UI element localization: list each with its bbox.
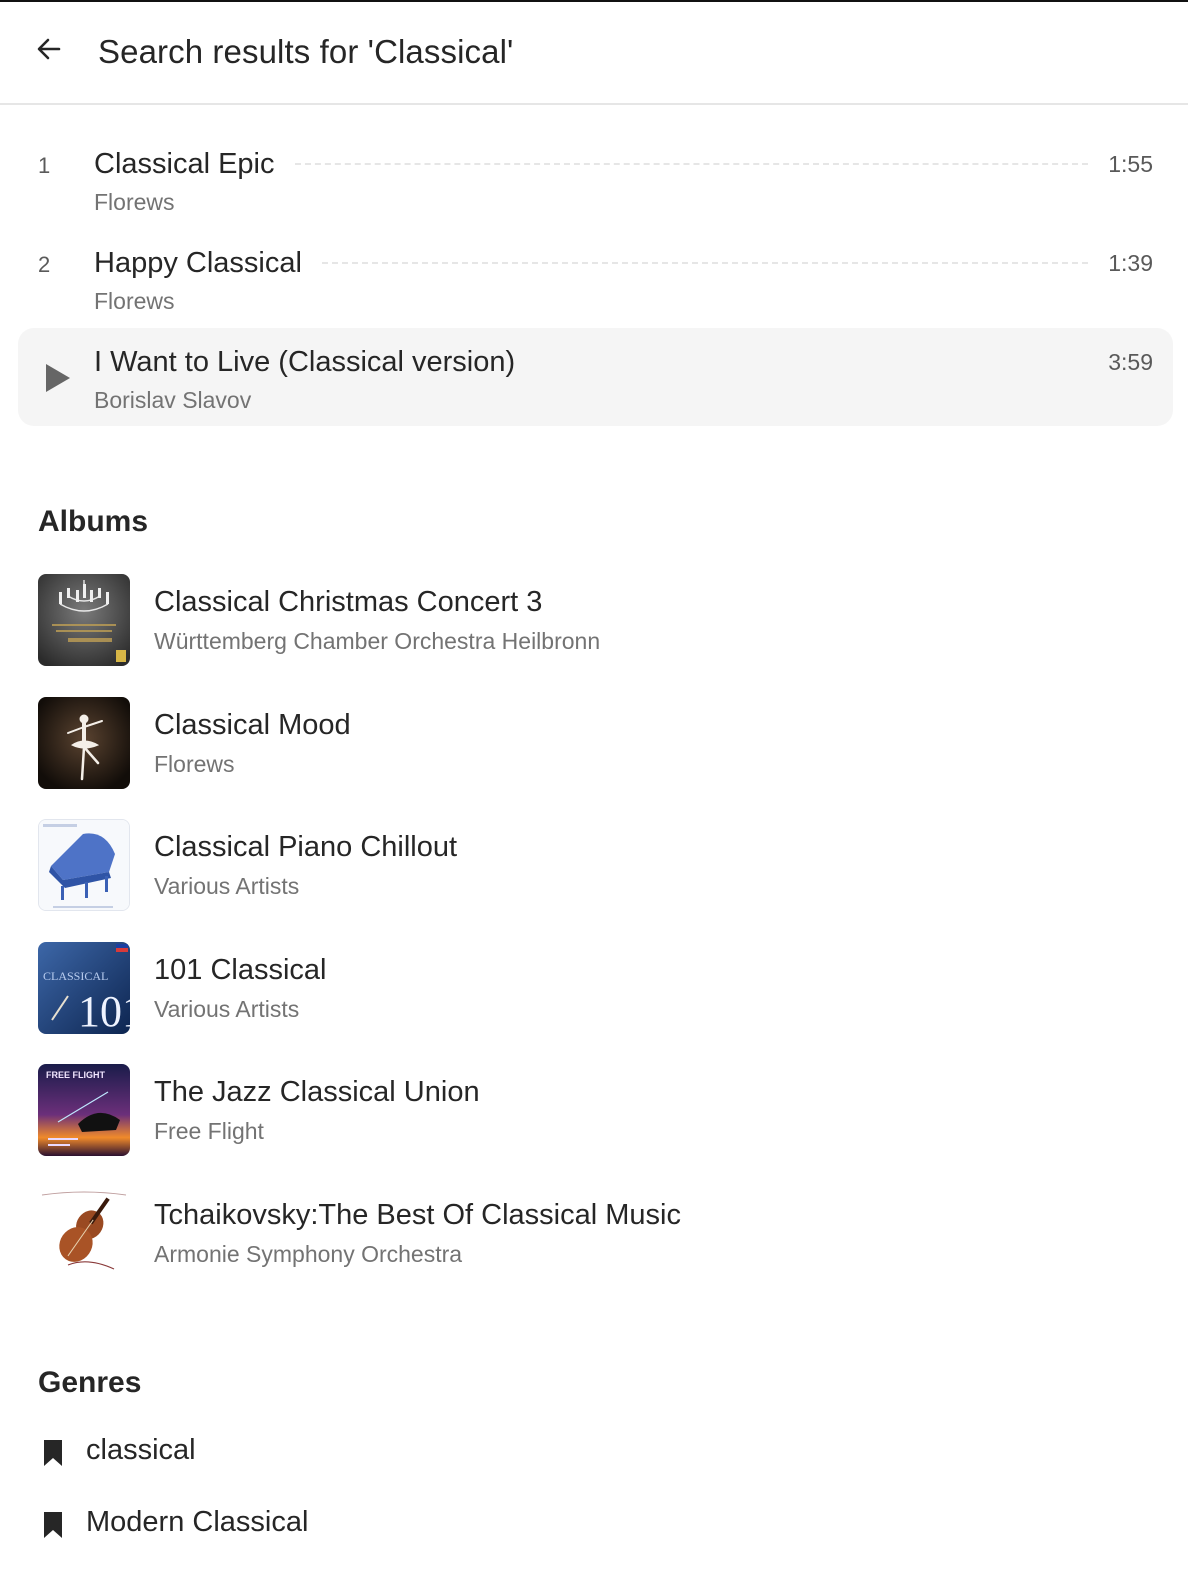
cover-text-free-flight: FREE FLIGHT [46, 1070, 105, 1080]
bookmark-icon [44, 1512, 62, 1538]
track-number: 1 [38, 153, 51, 178]
album-item-5[interactable]: FREE FLIGHT The Jazz Classical Union Fre… [38, 1064, 1138, 1156]
track-artist: Florews [94, 288, 175, 314]
arrow-left-icon [37, 38, 61, 60]
grand-piano-album-cover [38, 819, 130, 911]
track-title: Happy Classical [94, 246, 302, 279]
track-row-3[interactable]: I Want to Live (Classical version) 3:59 … [18, 328, 1173, 426]
track-row-2[interactable]: 2 Happy Classical 1:39 Florews [18, 229, 1173, 327]
play-icon [46, 364, 70, 392]
albums-heading: Albums [38, 505, 149, 538]
play-button[interactable] [44, 362, 72, 394]
album-title: 101 Classical [154, 954, 327, 986]
genre-item-classical[interactable]: classical [38, 1432, 538, 1472]
violin-album-cover [38, 1187, 130, 1279]
page-header: Search results for 'Classical' [0, 2, 1188, 105]
track-duration: 1:55 [1108, 150, 1153, 177]
back-button[interactable] [34, 34, 64, 64]
track-row-1[interactable]: 1 Classical Epic 1:55 Florews [18, 130, 1173, 228]
track-artist: Florews [94, 189, 175, 215]
album-item-1[interactable]: Classical Christmas Concert 3 Württember… [38, 574, 1138, 666]
album-artist: Württemberg Chamber Orchestra Heilbronn [154, 628, 601, 654]
dotted-leader [294, 163, 1089, 165]
genre-item-modern-classical[interactable]: Modern Classical [38, 1504, 538, 1544]
chandelier-album-cover [38, 574, 130, 666]
classical-101-album-cover: CLASSICAL 101 [38, 942, 130, 1034]
album-item-3[interactable]: Classical Piano Chillout Various Artists [38, 819, 1138, 911]
track-title: Classical Epic [94, 147, 275, 180]
cover-text-101: 101 [78, 987, 130, 1034]
album-artist: Various Artists [154, 996, 300, 1022]
album-title: Classical Mood [154, 709, 351, 741]
album-artist: Various Artists [154, 873, 300, 899]
album-title: The Jazz Classical Union [154, 1076, 480, 1108]
track-duration: 3:59 [1108, 348, 1153, 375]
album-artist: Florews [154, 751, 235, 777]
album-artist: Armonie Symphony Orchestra [154, 1241, 463, 1267]
dotted-leader [321, 262, 1089, 264]
album-artist: Free Flight [154, 1118, 264, 1144]
album-title: Classical Christmas Concert 3 [154, 586, 543, 618]
genres-heading: Genres [38, 1366, 142, 1399]
genre-label: Modern Classical [86, 1506, 309, 1538]
ballerina-album-cover [38, 697, 130, 789]
track-number: 2 [38, 252, 51, 277]
album-item-4[interactable]: CLASSICAL 101 101 Classical Various Arti… [38, 942, 1138, 1034]
page-title: Search results for 'Classical' [98, 33, 514, 70]
dotted-leader [535, 361, 1088, 363]
bookmark-icon [44, 1440, 62, 1466]
album-item-6[interactable]: Tchaikovsky:The Best Of Classical Music … [38, 1187, 1138, 1279]
album-title: Tchaikovsky:The Best Of Classical Music [154, 1199, 681, 1231]
genre-label: classical [86, 1434, 196, 1466]
album-title: Classical Piano Chillout [154, 831, 458, 863]
track-artist: Borislav Slavov [94, 387, 252, 413]
sunset-piano-album-cover: FREE FLIGHT [38, 1064, 130, 1156]
track-duration: 1:39 [1108, 249, 1153, 276]
album-item-2[interactable]: Classical Mood Florews [38, 697, 1138, 789]
track-title: I Want to Live (Classical version) [94, 345, 516, 378]
cover-text-classical: CLASSICAL [43, 969, 108, 983]
